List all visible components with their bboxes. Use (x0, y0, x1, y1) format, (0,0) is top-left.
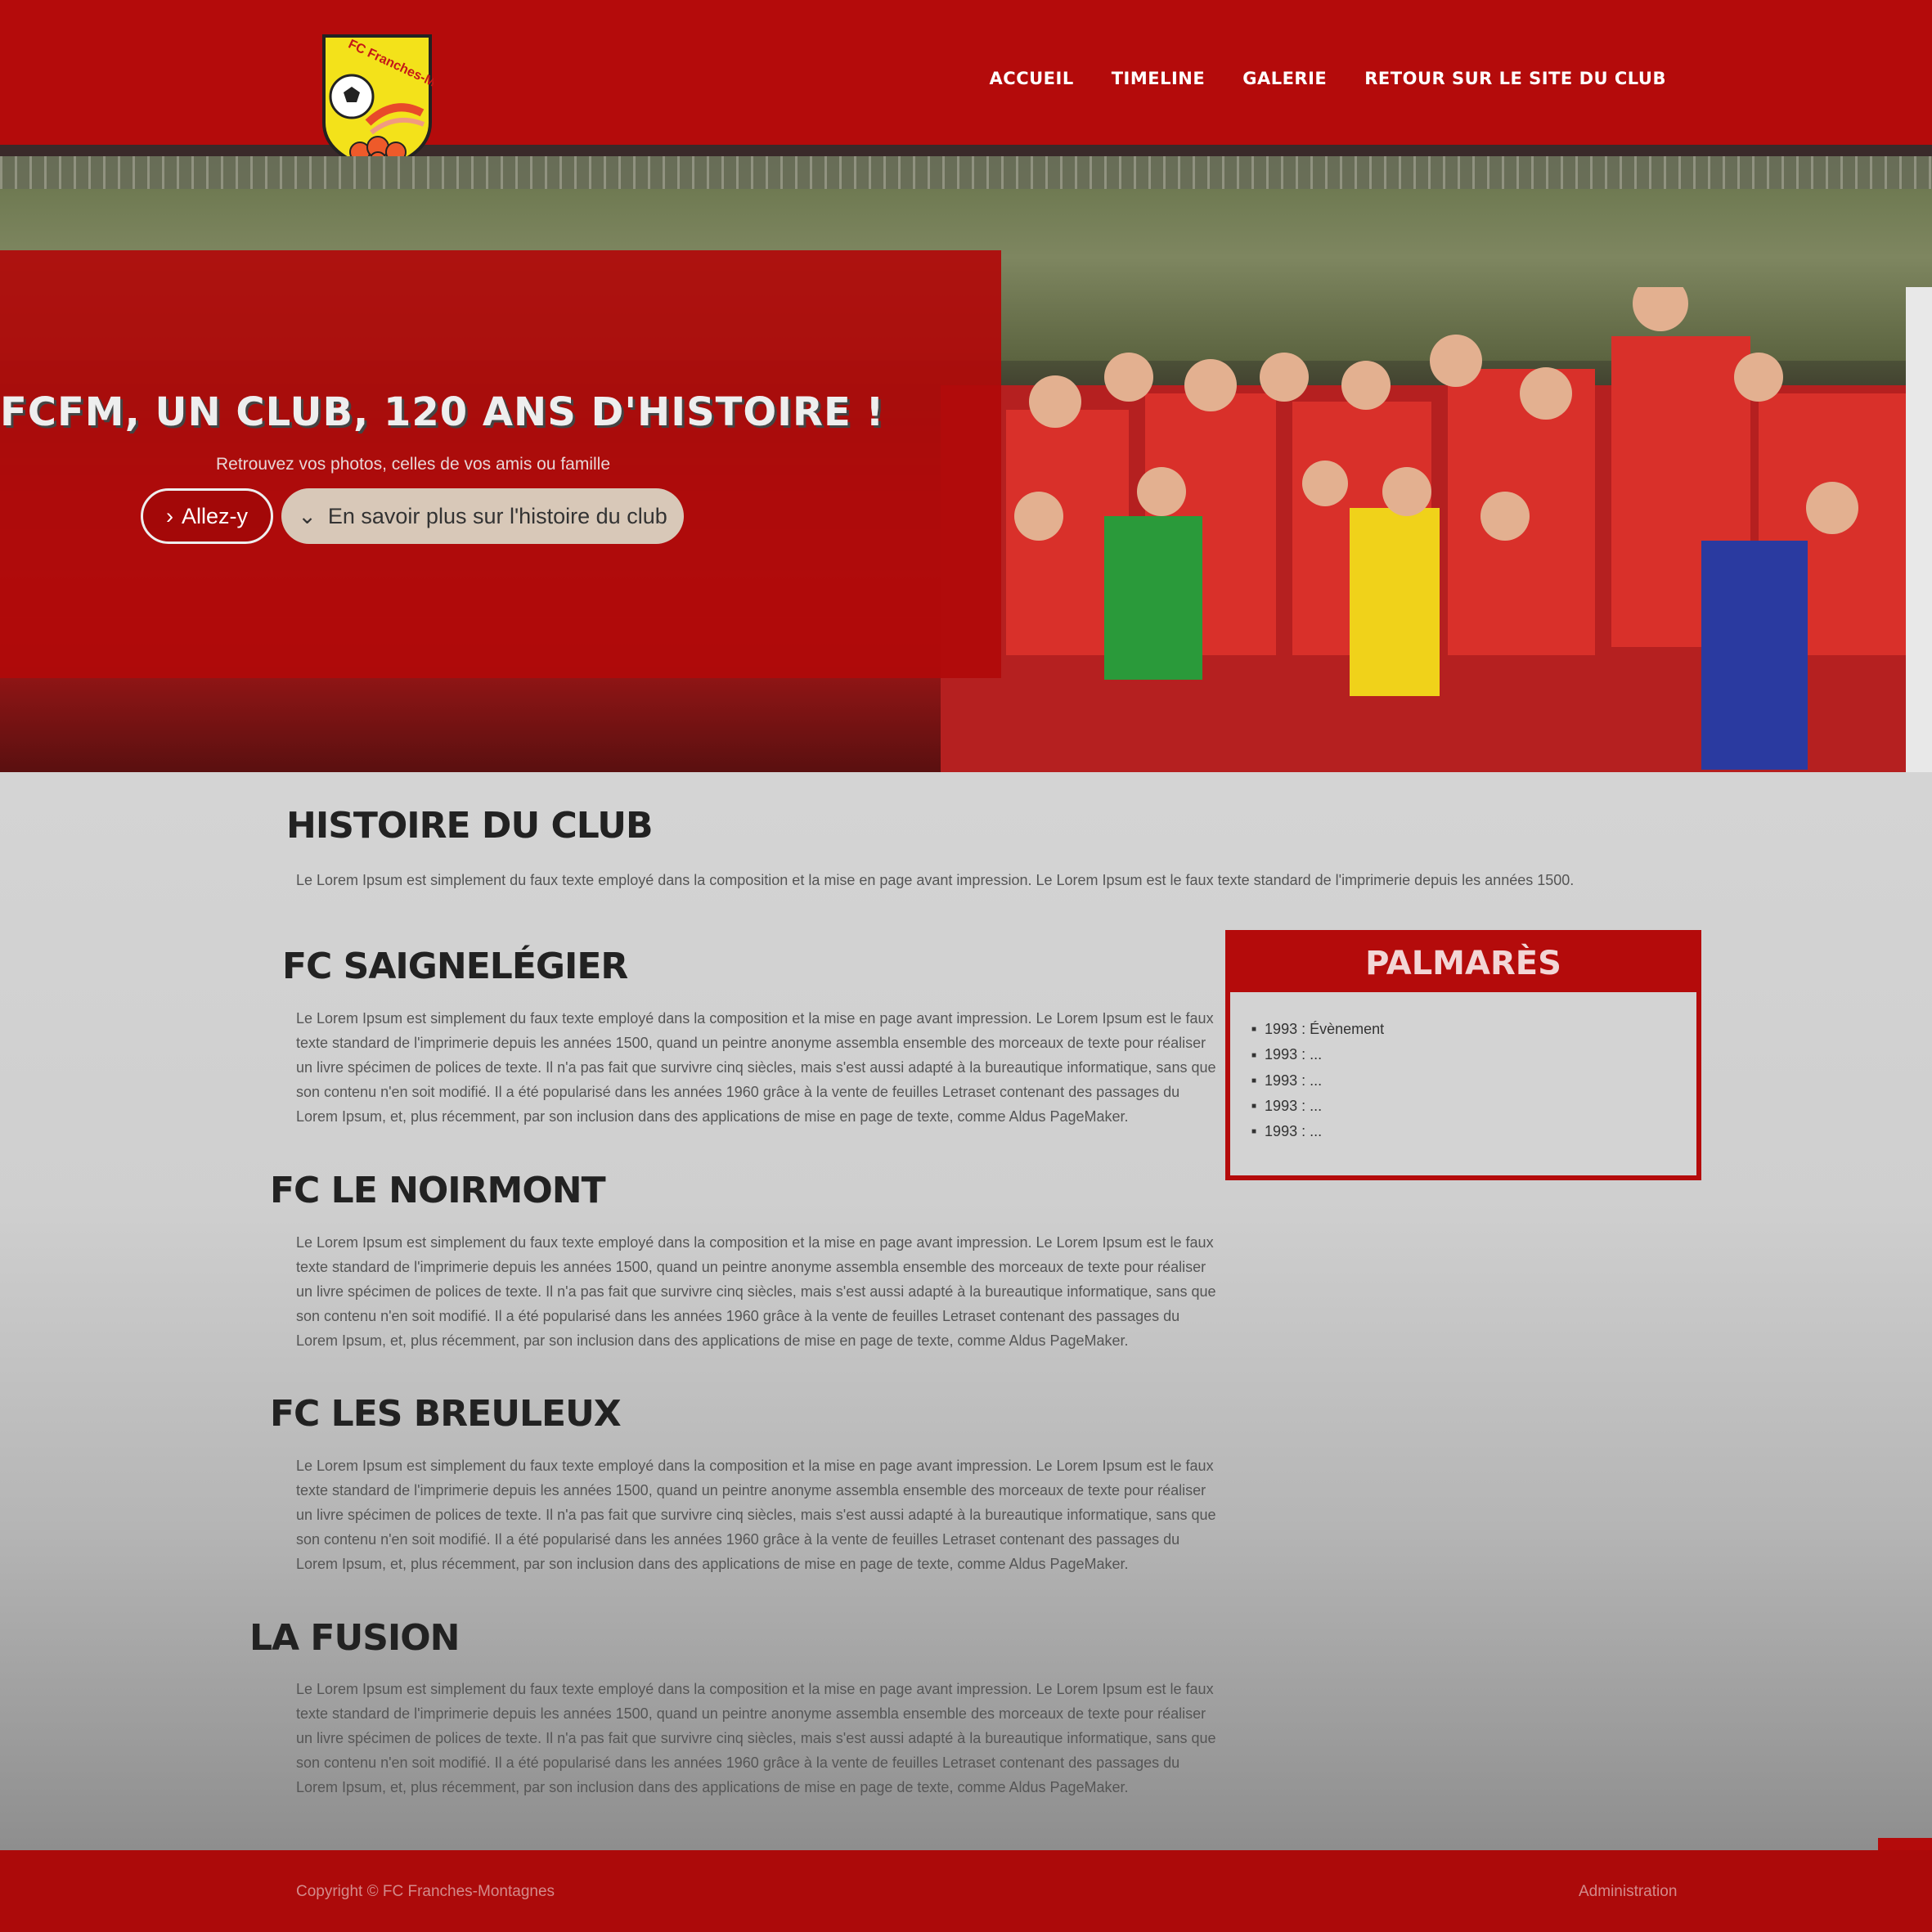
en-savoir-plus-label: En savoir plus sur l'histoire du club (327, 503, 667, 528)
team-photo (941, 287, 1932, 772)
section-title-fusion: LA FUSION (249, 1617, 460, 1659)
palmares-list: 1993 : Évènement 1993 : ... 1993 : ... 1… (1230, 992, 1696, 1144)
footer-copyright: Copyright © FC Franches-Montagnes (296, 1883, 555, 1900)
main-nav: ACCUEIL TIMELINE GALERIE RETOUR SUR LE S… (990, 69, 1666, 88)
palmares-box: PALMARÈS 1993 : Évènement 1993 : ... 199… (1225, 930, 1701, 1180)
header-divider (0, 145, 1932, 156)
palmares-item: 1993 : ... (1251, 1068, 1696, 1094)
chevron-down-icon: ⌄ (298, 503, 317, 528)
nav-timeline[interactable]: TIMELINE (1112, 69, 1206, 88)
scroll-top-button[interactable] (1878, 1838, 1932, 1850)
section-title-noirmont: FC LE NOIRMONT (270, 1170, 606, 1211)
section-text-noirmont: Le Lorem Ipsum est simplement du faux te… (296, 1234, 1216, 1349)
allez-y-button[interactable]: › Allez-y (141, 488, 273, 544)
history-title: HISTOIRE DU CLUB (286, 805, 654, 847)
nav-retour-site-club[interactable]: RETOUR SUR LE SITE DU CLUB (1364, 69, 1666, 88)
section-text-fusion: Le Lorem Ipsum est simplement du faux te… (296, 1681, 1216, 1795)
section-text-breuleux: Le Lorem Ipsum est simplement du faux te… (296, 1458, 1216, 1572)
hero-banner: FCFM, UN CLUB, 120 ANS D'HISTOIRE ! Retr… (0, 156, 1932, 772)
palmares-item: 1993 : ... (1251, 1094, 1696, 1119)
hero-title: FCFM, UN CLUB, 120 ANS D'HISTOIRE ! (0, 389, 885, 435)
palmares-item: 1993 : ... (1251, 1042, 1696, 1067)
nav-accueil[interactable]: ACCUEIL (990, 69, 1074, 88)
history-text: Le Lorem Ipsum est simplement du faux te… (296, 872, 1575, 888)
hero-photo-fence (0, 156, 1932, 189)
en-savoir-plus-button[interactable]: ⌄ En savoir plus sur l'histoire du club (281, 488, 684, 544)
palmares-item: 1993 : ... (1251, 1119, 1696, 1144)
footer-admin-link[interactable]: Administration (1579, 1883, 1677, 1901)
palmares-item: 1993 : Évènement (1251, 1017, 1696, 1042)
section-text-saignelegier: Le Lorem Ipsum est simplement du faux te… (296, 1010, 1216, 1125)
palmares-title: PALMARÈS (1230, 935, 1696, 992)
allez-y-label: Allez-y (181, 503, 248, 528)
site-footer: Copyright © FC Franches-Montagnes Admini… (0, 1850, 1932, 1932)
nav-galerie[interactable]: GALERIE (1242, 69, 1327, 88)
hero-overlay-panel: FCFM, UN CLUB, 120 ANS D'HISTOIRE ! Retr… (0, 250, 1001, 678)
hero-subtitle: Retrouvez vos photos, celles de vos amis… (215, 455, 611, 474)
chevron-right-icon: › (165, 503, 173, 528)
section-title-saignelegier: FC SAIGNELÉGIER (282, 946, 628, 987)
section-title-breuleux: FC LES BREULEUX (270, 1393, 622, 1435)
club-logo[interactable]: FC Franches-Montagnes (321, 33, 434, 173)
